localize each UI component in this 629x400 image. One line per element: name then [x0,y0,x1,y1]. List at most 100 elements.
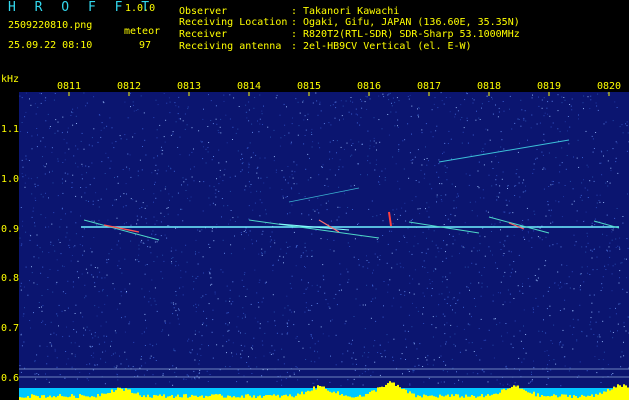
noise-dot [177,314,178,316]
noise-dot [475,119,477,121]
noise-dot [113,147,115,149]
noise-dot [593,334,595,335]
noise-dot [75,222,77,224]
noise-dot [352,209,353,210]
noise-dot [172,257,174,258]
noise-dot [484,255,486,257]
noise-dot [500,146,502,148]
level-bar [569,395,571,400]
noise-dot [396,208,398,210]
noise-dot [626,121,628,123]
noise-dot [20,334,22,336]
noise-dot [523,119,525,121]
noise-dot [63,266,65,268]
noise-dot [572,348,574,350]
noise-dot [293,372,295,374]
noise-dot [72,108,74,110]
noise-dot [321,167,323,168]
noise-dot [94,364,96,366]
noise-dot [245,185,247,187]
noise-dot [576,210,578,212]
noise-dot [311,305,313,306]
noise-dot [241,163,243,165]
level-bar [289,394,291,400]
level-bar [445,395,447,400]
level-bar [489,395,491,400]
noise-dot [81,178,83,180]
noise-dot [237,216,239,218]
noise-dot [449,97,451,98]
level-bar [109,393,111,400]
noise-dot [49,171,50,173]
noise-dot [217,298,219,300]
noise-dot [70,260,72,262]
noise-dot [82,236,84,238]
noise-dot [412,371,414,373]
noise-dot [102,351,104,353]
noise-dot [132,101,134,103]
noise-dot [190,352,192,354]
noise-dot [138,244,140,246]
level-bar [269,395,271,400]
noise-dot [41,295,43,296]
noise-dot [21,173,23,175]
noise-dot [367,155,369,157]
noise-dot [300,255,302,257]
noise-dot [282,256,284,258]
noise-dot [549,315,551,317]
noise-dot [175,310,177,312]
noise-dot [45,373,46,375]
level-bar [27,396,29,400]
noise-dot [328,306,330,308]
noise-dot [326,239,328,240]
y-tick-label: 1.0 [1,174,20,185]
noise-dot [491,223,493,225]
noise-dot [272,353,274,355]
noise-dot [522,283,523,285]
noise-dot [160,212,162,214]
noise-dot [431,324,433,326]
noise-dot [544,265,546,267]
noise-dot [34,183,36,185]
noise-dot [351,357,353,359]
noise-dot [379,344,381,346]
level-bar [423,394,425,400]
noise-dot [33,282,35,284]
noise-dot [391,252,393,254]
noise-dot [34,197,36,199]
noise-dot [149,297,151,299]
noise-dot [54,93,56,94]
noise-dot [424,267,426,269]
noise-dot [129,154,131,156]
noise-dot [125,222,127,224]
noise-dot [451,255,453,257]
noise-dot [562,329,564,331]
noise-dot [557,110,559,112]
noise-dot [543,139,545,141]
info-value-receiver: R820T2(RTL-SDR) SDR-Sharp 53.1000MHz [303,29,520,40]
level-bar [621,386,623,400]
level-bar [105,393,107,400]
noise-dot [182,177,184,179]
noise-dot [53,99,55,101]
noise-dot [219,176,221,178]
noise-dot [191,176,193,178]
noise-dot [293,231,295,233]
noise-dot [24,116,26,118]
noise-dot [519,369,521,371]
noise-dot [318,174,320,176]
level-bar [299,394,301,400]
noise-dot [502,304,504,306]
noise-dot [382,220,384,222]
noise-dot [195,239,197,241]
noise-dot [411,105,413,107]
noise-dot [387,114,389,115]
noise-dot [258,131,260,133]
noise-dot [395,249,397,251]
noise-dot [315,92,317,94]
noise-dot [132,104,134,106]
noise-dot [607,264,609,266]
noise-dot [467,266,469,268]
noise-dot [272,270,274,272]
noise-dot [441,293,443,295]
